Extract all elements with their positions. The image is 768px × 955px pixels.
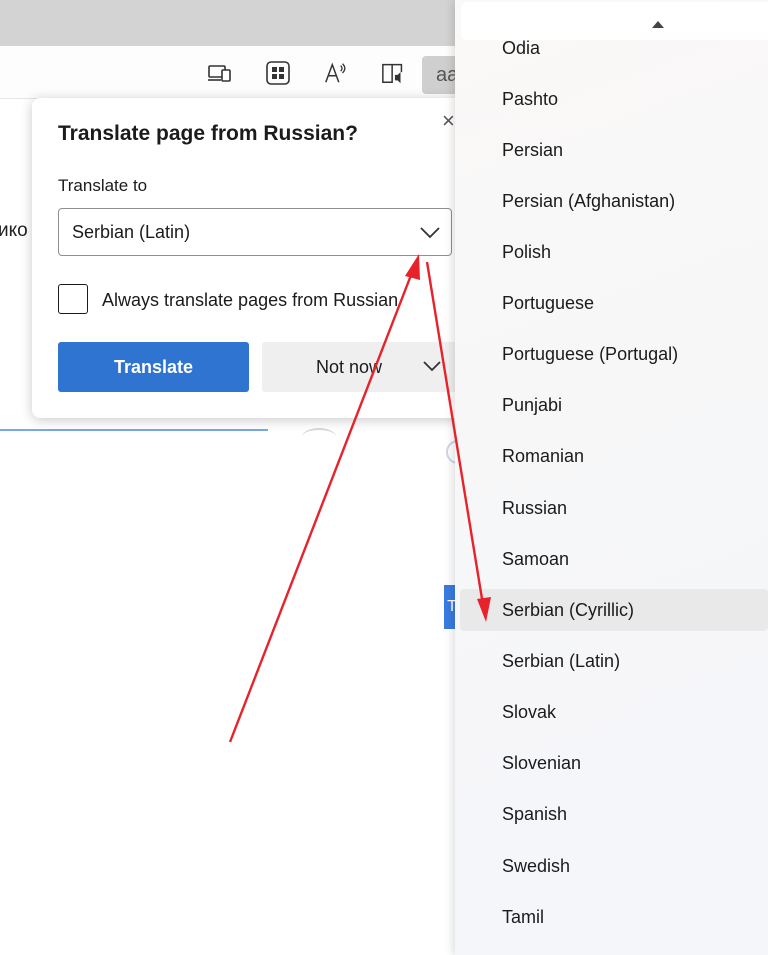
chevron-down-icon bbox=[419, 223, 441, 246]
language-option[interactable]: Persian bbox=[455, 129, 768, 171]
language-dropdown-list[interactable]: Odia Pashto Persian Persian (Afghanistan… bbox=[455, 0, 768, 955]
language-option[interactable]: Persian (Afghanistan) bbox=[455, 180, 768, 222]
language-option[interactable]: Romanian bbox=[455, 435, 768, 477]
selected-language: Serbian (Latin) bbox=[72, 222, 191, 242]
language-option[interactable]: Portuguese bbox=[455, 282, 768, 324]
translate-to-label: Translate to bbox=[58, 176, 148, 195]
immersive-reader-icon[interactable] bbox=[381, 60, 407, 86]
page-input-underline bbox=[0, 429, 268, 431]
not-now-button[interactable]: Not now bbox=[262, 342, 462, 392]
dialog-title: Translate page from Russian? bbox=[58, 122, 358, 145]
language-option-highlighted[interactable]: Serbian (Cyrillic) bbox=[460, 589, 768, 631]
browser-titlebar bbox=[0, 0, 460, 46]
chevron-down-icon[interactable] bbox=[422, 357, 442, 380]
always-translate-checkbox[interactable] bbox=[58, 284, 88, 314]
not-now-label: Not now bbox=[316, 357, 383, 377]
language-option[interactable]: Pashto bbox=[455, 78, 768, 120]
language-option[interactable]: Samoan bbox=[455, 538, 768, 580]
read-aloud-icon[interactable] bbox=[323, 60, 349, 86]
page-partial-text: ико bbox=[0, 220, 28, 241]
translate-dialog: Translate page from Russian? × Translate… bbox=[32, 98, 472, 418]
close-icon[interactable]: × bbox=[442, 108, 455, 134]
language-option[interactable]: Tamil bbox=[455, 896, 768, 938]
always-translate-label[interactable]: Always translate pages from Russian bbox=[102, 290, 398, 311]
language-option[interactable]: Portuguese (Portugal) bbox=[455, 333, 768, 375]
language-option[interactable]: Polish bbox=[455, 231, 768, 273]
language-option[interactable]: Russian bbox=[455, 487, 768, 529]
browser-toolbar: aa bbox=[0, 46, 462, 99]
language-option[interactable]: Odia bbox=[455, 27, 768, 69]
apps-icon[interactable] bbox=[265, 60, 291, 86]
language-option[interactable]: Spanish bbox=[455, 793, 768, 835]
translate-button[interactable]: Translate bbox=[58, 342, 249, 392]
device-emulation-icon[interactable] bbox=[207, 60, 233, 86]
language-option[interactable]: Slovak bbox=[455, 691, 768, 733]
language-option[interactable]: Swedish bbox=[455, 845, 768, 887]
language-option[interactable]: Serbian (Latin) bbox=[455, 640, 768, 682]
language-option[interactable]: Slovenian bbox=[455, 742, 768, 784]
target-language-select[interactable]: Serbian (Latin) bbox=[58, 208, 452, 256]
page-decoration bbox=[302, 428, 336, 446]
language-option[interactable]: Punjabi bbox=[455, 384, 768, 426]
